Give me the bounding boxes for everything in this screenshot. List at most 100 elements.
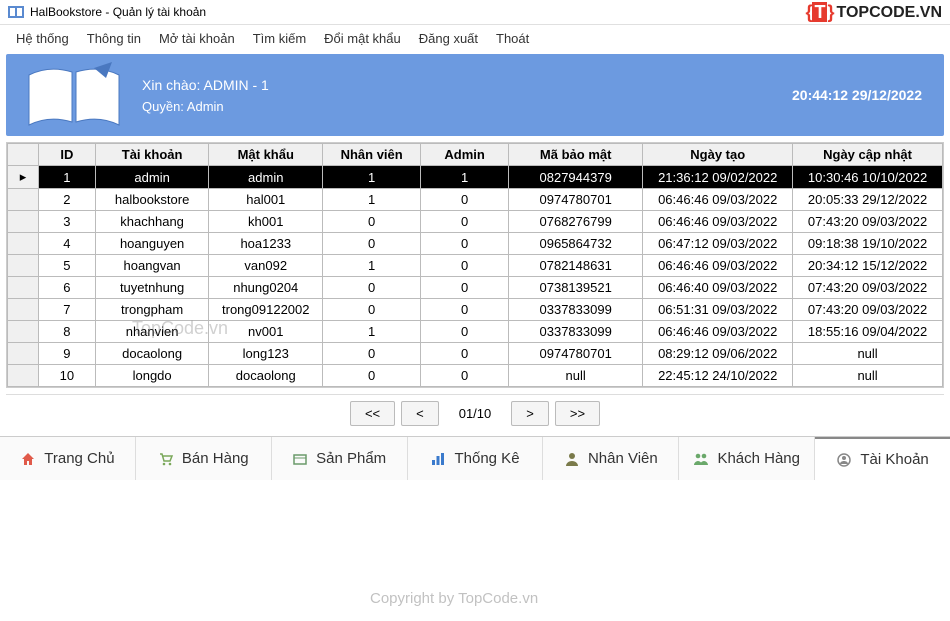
cell: longdo (95, 365, 209, 387)
row-header (8, 343, 39, 365)
table-row[interactable]: 4hoanguyenhoa123300096586473206:47:12 09… (8, 233, 943, 255)
cell: khachhang (95, 211, 209, 233)
table-row[interactable]: 7trongphamtrong0912200200033783309906:51… (8, 299, 943, 321)
menubar-item-2[interactable]: Mở tài khoản (159, 31, 235, 46)
cell: 06:47:12 09/03/2022 (643, 233, 793, 255)
row-header (8, 255, 39, 277)
cell: 22:45:12 24/10/2022 (643, 365, 793, 387)
column-header[interactable]: ID (38, 144, 95, 166)
cell: van092 (209, 255, 323, 277)
table-row[interactable]: 6tuyetnhungnhung020400073813952106:46:40… (8, 277, 943, 299)
cell: 4 (38, 233, 95, 255)
cell: docaolong (209, 365, 323, 387)
tab-home[interactable]: Trang Chủ (0, 437, 136, 480)
row-header (8, 365, 39, 387)
product-icon (292, 451, 308, 467)
menubar-item-6[interactable]: Thoát (496, 31, 529, 46)
column-header[interactable]: Admin (421, 144, 509, 166)
table-row[interactable]: 2halbookstorehal00110097478070106:46:46 … (8, 189, 943, 211)
tab-product[interactable]: Sản Phẩm (272, 437, 408, 480)
banner-role: Quyền: Admin (142, 99, 269, 114)
tab-staff[interactable]: Nhân Viên (543, 437, 679, 480)
menubar-item-1[interactable]: Thông tin (87, 31, 141, 46)
row-header (8, 321, 39, 343)
cell: 1 (323, 189, 421, 211)
cell: 20:34:12 15/12/2022 (793, 255, 943, 277)
table-row[interactable]: 5hoangvanvan09210078214863106:46:46 09/0… (8, 255, 943, 277)
menubar-item-0[interactable]: Hệ thống (16, 31, 69, 46)
cell: 3 (38, 211, 95, 233)
account-icon (836, 452, 852, 468)
cell: 07:43:20 09/03/2022 (793, 211, 943, 233)
accounts-table[interactable]: IDTài khoảnMật khẩuNhân viênAdminMã bảo … (7, 143, 943, 387)
row-header (8, 189, 39, 211)
copyright-watermark: Copyright by TopCode.vn (370, 590, 538, 607)
tab-account[interactable]: Tài Khoản (815, 437, 950, 480)
banner-greeting: Xin chào: ADMIN - 1 (142, 77, 269, 93)
cell: hoangvan (95, 255, 209, 277)
cell: 18:55:16 09/04/2022 (793, 321, 943, 343)
cell: 5 (38, 255, 95, 277)
tab-label: Bán Hàng (182, 450, 249, 467)
tab-label: Tài Khoản (860, 451, 928, 468)
cell: 06:51:31 09/03/2022 (643, 299, 793, 321)
pager-last-button[interactable]: >> (555, 401, 600, 426)
column-header[interactable]: Mật khẩu (209, 144, 323, 166)
tab-chart[interactable]: Thống Kê (408, 437, 544, 480)
table-row[interactable]: 3khachhangkh00100076827679906:46:46 09/0… (8, 211, 943, 233)
cell: 0 (421, 255, 509, 277)
pager-first-button[interactable]: << (350, 401, 395, 426)
cell: 0782148631 (509, 255, 643, 277)
cell: hoanguyen (95, 233, 209, 255)
cell: 0827944379 (509, 166, 643, 189)
cell: nhanvien (95, 321, 209, 343)
tab-customers[interactable]: Khách Hàng (679, 437, 815, 480)
tab-label: Nhân Viên (588, 450, 658, 467)
customers-icon (693, 451, 709, 467)
cell: 8 (38, 321, 95, 343)
pager-indicator: 01/10 (445, 402, 506, 425)
cell: null (509, 365, 643, 387)
cell: 06:46:46 09/03/2022 (643, 189, 793, 211)
cell: 0738139521 (509, 277, 643, 299)
menubar-item-3[interactable]: Tìm kiếm (253, 31, 306, 46)
tab-label: Khách Hàng (717, 450, 800, 467)
pager-next-button[interactable]: > (511, 401, 549, 426)
cell: 0 (421, 211, 509, 233)
cell: 10:30:46 10/10/2022 (793, 166, 943, 189)
row-header (8, 211, 39, 233)
cell: 0 (421, 189, 509, 211)
cell: 10 (38, 365, 95, 387)
table-row[interactable]: 10longdodocaolong00null22:45:12 24/10/20… (8, 365, 943, 387)
cell: 1 (421, 166, 509, 189)
cell: 0965864732 (509, 233, 643, 255)
table-row[interactable]: 8nhanviennv00110033783309906:46:46 09/03… (8, 321, 943, 343)
column-header[interactable]: Ngày cập nhật (793, 144, 943, 166)
cell: 0 (421, 343, 509, 365)
book-icon (24, 60, 124, 130)
tab-cart[interactable]: Bán Hàng (136, 437, 272, 480)
cell: kh001 (209, 211, 323, 233)
column-header[interactable]: Mã bảo mật (509, 144, 643, 166)
column-header[interactable]: Nhân viên (323, 144, 421, 166)
cell: docaolong (95, 343, 209, 365)
banner-datetime: 20:44:12 29/12/2022 (792, 87, 922, 103)
cell: 06:46:46 09/03/2022 (643, 255, 793, 277)
cell: long123 (209, 343, 323, 365)
column-header[interactable]: Tài khoản (95, 144, 209, 166)
tab-label: Thống Kê (454, 450, 519, 467)
cart-icon (158, 451, 174, 467)
column-header[interactable]: Ngày tạo (643, 144, 793, 166)
pager-prev-button[interactable]: < (401, 401, 439, 426)
cell: 6 (38, 277, 95, 299)
cell: 09:18:38 19/10/2022 (793, 233, 943, 255)
table-row[interactable]: 9docaolonglong12300097478070108:29:12 09… (8, 343, 943, 365)
menubar-item-4[interactable]: Đổi mật khẩu (324, 31, 401, 46)
cell: 0 (421, 233, 509, 255)
app-icon (8, 4, 24, 20)
cell: admin (95, 166, 209, 189)
menubar-item-5[interactable]: Đăng xuất (419, 31, 478, 46)
tab-label: Trang Chủ (44, 450, 114, 467)
table-row[interactable]: ▸1adminadmin11082794437921:36:12 09/02/2… (8, 166, 943, 189)
cell: 0974780701 (509, 343, 643, 365)
